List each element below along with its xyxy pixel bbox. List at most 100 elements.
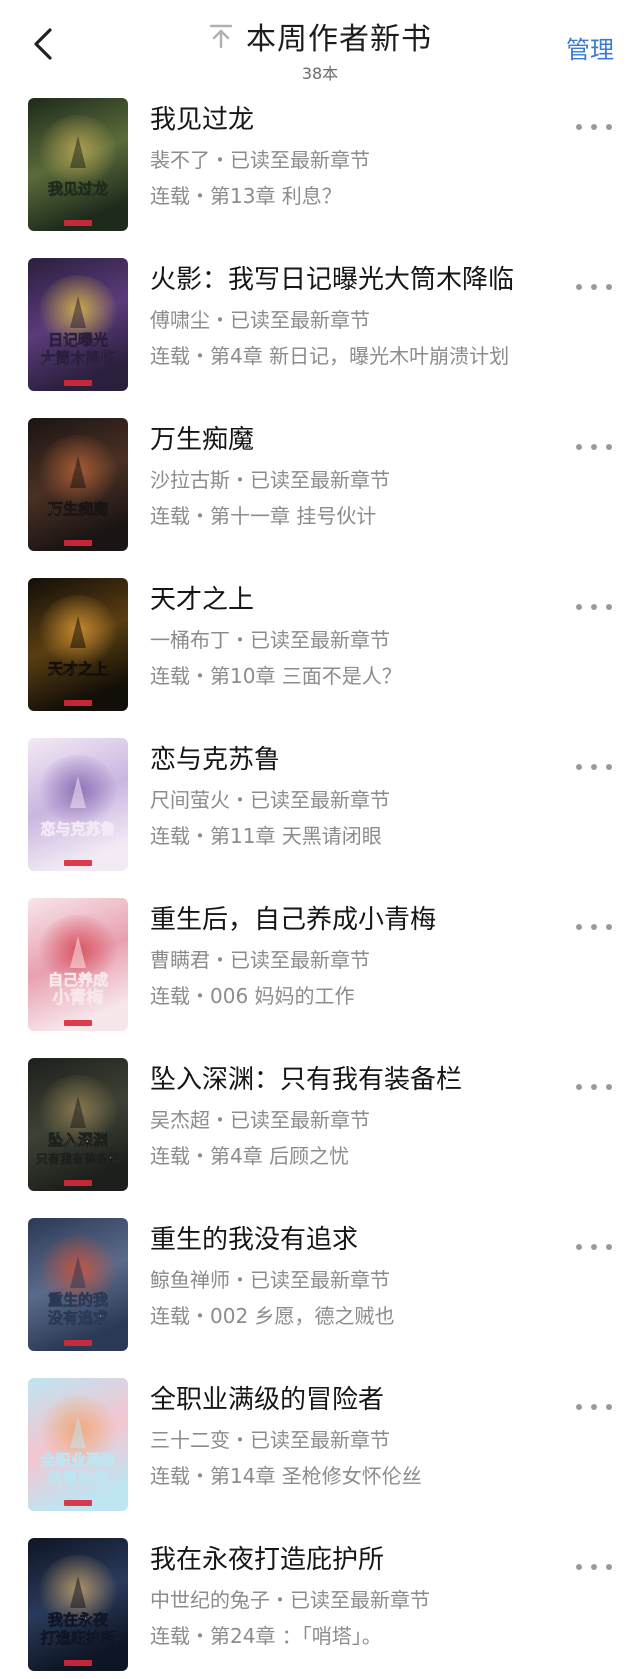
more-dot-icon (606, 444, 612, 450)
book-title: 火影：我写日记曝光大筒木降临 (150, 265, 515, 295)
book-list-item[interactable]: 万生痴魔 万生痴魔 沙拉古斯・已读至最新章节 连载・第十一章 挂号伙计 (0, 412, 640, 572)
more-dot-icon (576, 124, 582, 130)
book-cover[interactable]: 坠入深渊 只有我有装备栏 (28, 1058, 128, 1191)
more-options-button[interactable] (576, 600, 612, 614)
book-list-item[interactable]: 我见过龙 我见过龙 裴不了・已读至最新章节 连载・第13章 利息？ (0, 92, 640, 252)
more-dot-icon (591, 764, 597, 770)
book-author-progress: 曹瞒君・已读至最新章节 (150, 948, 370, 972)
more-options-button[interactable] (576, 1560, 612, 1574)
more-dot-icon (606, 1564, 612, 1570)
book-latest-chapter: 连载・第11章 天黑请闭眼 (150, 824, 382, 848)
more-dot-icon (591, 1564, 597, 1570)
more-dot-icon (576, 444, 582, 450)
book-title: 我在永夜打造庇护所 (150, 1545, 385, 1575)
book-author-progress: 三十二变・已读至最新章节 (150, 1428, 390, 1452)
book-latest-chapter: 连载・第10章 三面不是人？ (150, 664, 402, 688)
book-list-item[interactable]: 自己养成 小青梅 重生后，自己养成小青梅 曹瞒君・已读至最新章节 连载・006 妈… (0, 892, 640, 1052)
book-cover[interactable]: 我在永夜 打造庇护所 (28, 1538, 128, 1671)
more-dot-icon (576, 1244, 582, 1250)
book-latest-chapter: 连载・第4章 新日记，曝光木叶崩溃计划 (150, 344, 510, 368)
manage-button[interactable]: 管理 (566, 30, 614, 65)
book-cover[interactable]: 重生的我 没有追求 (28, 1218, 128, 1351)
more-options-button[interactable] (576, 280, 612, 294)
book-latest-chapter: 连载・第4章 后顾之忧 (150, 1144, 350, 1168)
more-dot-icon (606, 1404, 612, 1410)
more-dot-icon (591, 1404, 597, 1410)
book-list-item[interactable]: 恋与克苏鲁 恋与克苏鲁 尺间萤火・已读至最新章节 连载・第11章 天黑请闭眼 (0, 732, 640, 892)
cover-text: 万生痴魔 (47, 500, 108, 518)
book-title: 恋与克苏鲁 (150, 745, 281, 775)
book-cover[interactable]: 我见过龙 (28, 98, 128, 231)
book-title: 重生的我没有追求 (150, 1225, 359, 1255)
book-info: 恋与克苏鲁 尺间萤火・已读至最新章节 连载・第11章 天黑请闭眼 (150, 742, 580, 850)
book-cover[interactable]: 万生痴魔 (28, 418, 128, 551)
more-dot-icon (606, 764, 612, 770)
more-options-button[interactable] (576, 440, 612, 454)
pin-to-top-icon (208, 23, 234, 49)
book-list-item[interactable]: 坠入深渊 只有我有装备栏 坠入深渊：只有我有装备栏 吴杰超・已读至最新章节 连载・… (0, 1052, 640, 1212)
book-info: 重生的我没有追求 鲸鱼禅师・已读至最新章节 连载・002 乡愿，德之贼也 (150, 1222, 580, 1330)
more-dot-icon (591, 604, 597, 610)
more-dot-icon (591, 124, 597, 130)
book-latest-chapter: 连载・002 乡愿，德之贼也 (150, 1304, 395, 1328)
book-list-item[interactable]: 全职业满级 的冒险者 全职业满级的冒险者 三十二变・已读至最新章节 连载・第14章… (0, 1372, 640, 1532)
book-list-item[interactable]: 日记曝光 大筒木降临 火影：我写日记曝光大筒木降临 傅啸尘・已读至最新章节 连载・… (0, 252, 640, 412)
book-latest-chapter: 连载・第十一章 挂号伙计 (150, 504, 377, 528)
book-author-progress: 沙拉古斯・已读至最新章节 (150, 468, 390, 492)
cover-text: 小青梅 (53, 987, 104, 1008)
more-options-button[interactable] (576, 760, 612, 774)
book-title: 全职业满级的冒险者 (150, 1385, 385, 1415)
cover-text: 我在永夜 (48, 1611, 109, 1629)
more-dot-icon (606, 1244, 612, 1250)
more-dot-icon (606, 284, 612, 290)
more-dot-icon (576, 604, 582, 610)
book-list-item[interactable]: 重生的我 没有追求 重生的我没有追求 鲸鱼禅师・已读至最新章节 连载・002 乡愿… (0, 1212, 640, 1372)
book-info: 全职业满级的冒险者 三十二变・已读至最新章节 连载・第14章 圣枪修女怀伦丝 (150, 1382, 580, 1490)
top-bar: 本周作者新书 38本 管理 (0, 0, 640, 92)
more-dot-icon (591, 444, 597, 450)
more-dot-icon (591, 284, 597, 290)
book-cover[interactable]: 天才之上 (28, 578, 128, 711)
book-latest-chapter: 连载・第14章 圣枪修女怀伦丝 (150, 1464, 422, 1488)
cover-text: 大筒木降临 (40, 349, 115, 367)
more-dot-icon (606, 1084, 612, 1090)
book-author-progress: 吴杰超・已读至最新章节 (150, 1108, 370, 1132)
book-count: 38本 (301, 64, 339, 83)
more-dot-icon (606, 124, 612, 130)
book-title: 万生痴魔 (150, 425, 255, 455)
book-title: 坠入深渊：只有我有装备栏 (150, 1065, 463, 1095)
book-author-progress: 中世纪的兔子・已读至最新章节 (150, 1588, 430, 1612)
more-options-button[interactable] (576, 920, 612, 934)
book-latest-chapter: 连载・006 妈妈的工作 (150, 984, 355, 1008)
book-author-progress: 裴不了・已读至最新章节 (150, 148, 370, 172)
cover-text: 恋与克苏鲁 (40, 820, 115, 838)
book-list-item[interactable]: 天才之上 天才之上 一桶布丁・已读至最新章节 连载・第10章 三面不是人？ (0, 572, 640, 732)
more-dot-icon (576, 1084, 582, 1090)
cover-text: 坠入深渊 (48, 1131, 108, 1149)
page-title: 本周作者新书 (246, 22, 432, 57)
more-dot-icon (591, 1244, 597, 1250)
cover-text: 全职业满级 (39, 1451, 116, 1469)
book-author-progress: 尺间萤火・已读至最新章节 (150, 788, 390, 812)
more-dot-icon (606, 924, 612, 930)
book-cover[interactable]: 恋与克苏鲁 (28, 738, 128, 871)
book-info: 火影：我写日记曝光大筒木降临 傅啸尘・已读至最新章节 连载・第4章 新日记，曝光… (150, 262, 580, 370)
more-dot-icon (576, 924, 582, 930)
book-list-item[interactable]: 我在永夜 打造庇护所 我在永夜打造庇护所 中世纪的兔子・已读至最新章节 连载・第2… (0, 1532, 640, 1679)
more-options-button[interactable] (576, 1240, 612, 1254)
book-cover[interactable]: 日记曝光 大筒木降临 (28, 258, 128, 391)
more-options-button[interactable] (576, 1080, 612, 1094)
book-author-progress: 鲸鱼禅师・已读至最新章节 (150, 1268, 390, 1292)
book-cover[interactable]: 全职业满级 的冒险者 (28, 1378, 128, 1511)
more-dot-icon (576, 1564, 582, 1570)
cover-text: 重生的我 (48, 1291, 108, 1309)
book-cover[interactable]: 自己养成 小青梅 (28, 898, 128, 1031)
book-author-progress: 傅啸尘・已读至最新章节 (150, 308, 370, 332)
cover-text: 没有追求 (48, 1309, 109, 1327)
cover-text: 打造庇护所 (40, 1629, 115, 1647)
more-options-button[interactable] (576, 1400, 612, 1414)
more-options-button[interactable] (576, 120, 612, 134)
cover-text: 我见过龙 (48, 180, 108, 198)
book-title: 重生后，自己养成小青梅 (150, 905, 437, 935)
book-info: 我见过龙 裴不了・已读至最新章节 连载・第13章 利息？ (150, 102, 580, 210)
